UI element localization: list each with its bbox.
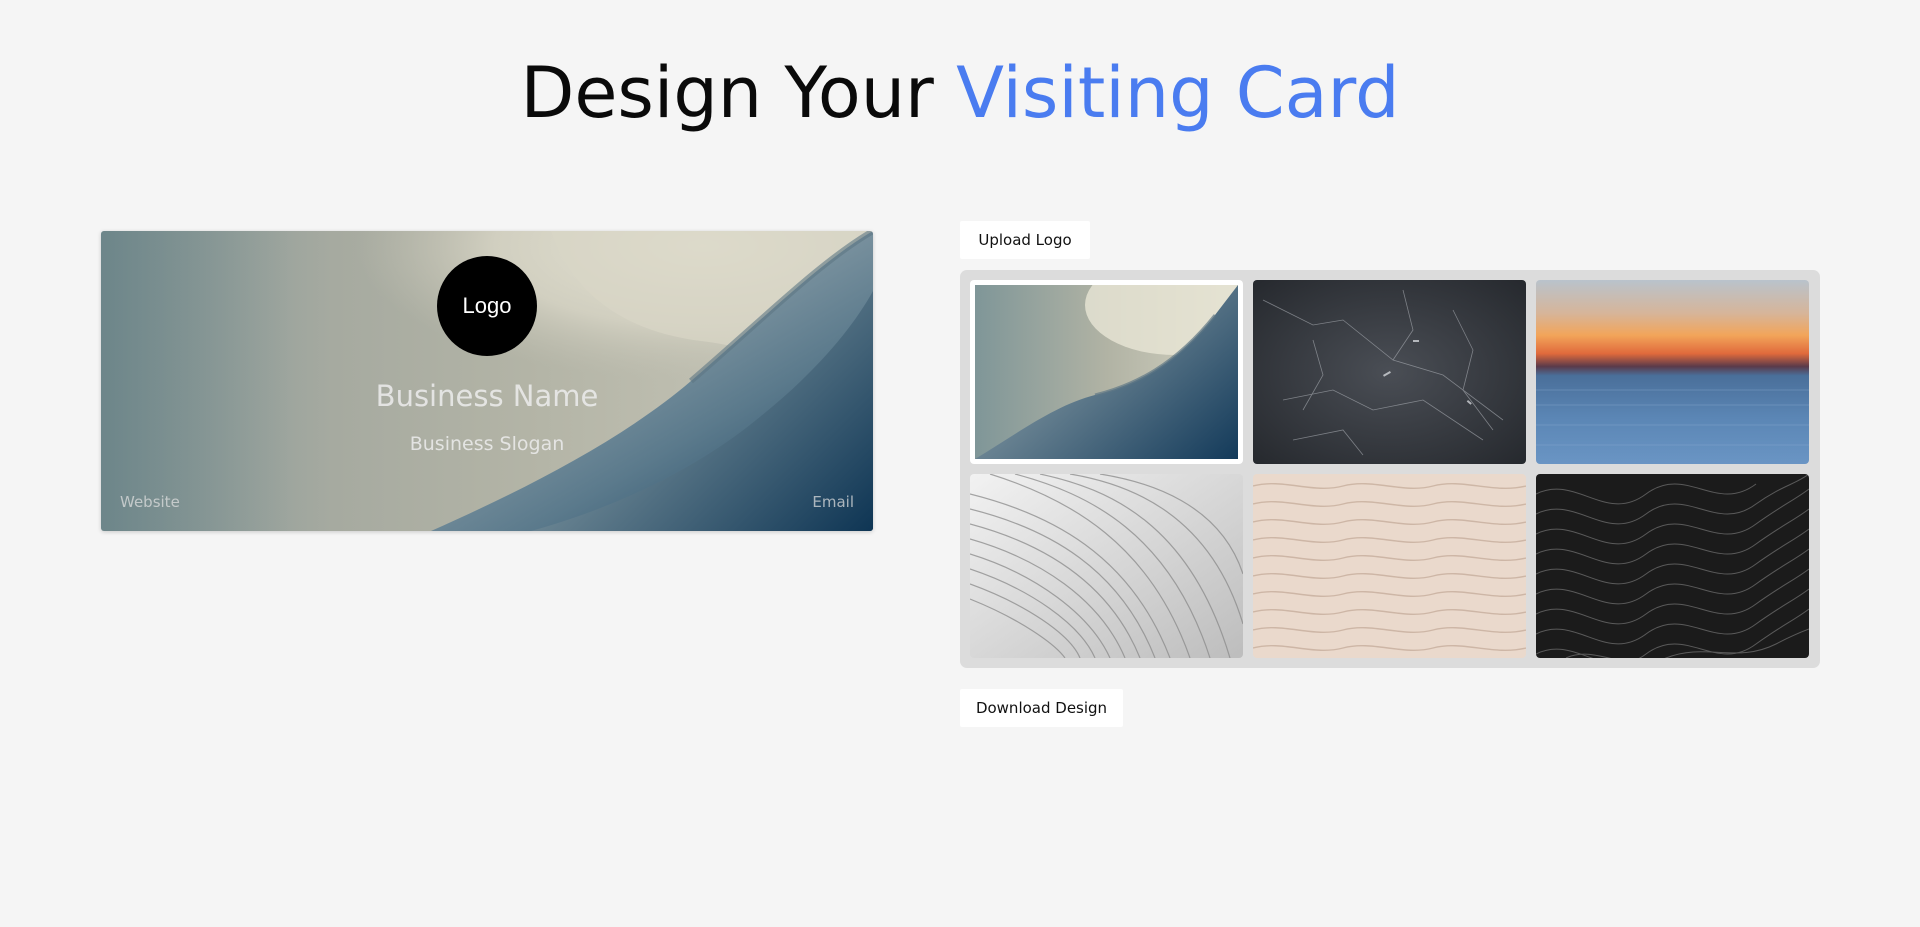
logo-placeholder: Logo: [437, 256, 537, 356]
email-label: Email: [812, 493, 854, 511]
title-prefix: Design Your: [520, 52, 934, 134]
title-accent: Visiting Card: [956, 52, 1400, 134]
background-thumbnail-white-curved-structure[interactable]: [970, 474, 1243, 658]
background-thumbnail-sunset-sea[interactable]: [1536, 280, 1809, 464]
white-curved-structure-image: [970, 474, 1243, 658]
sunset-sea-image: [1536, 280, 1809, 464]
upload-logo-button[interactable]: Upload Logo: [960, 221, 1090, 259]
background-thumbnail-beige-wave-texture[interactable]: [1253, 474, 1526, 658]
dark-wave-lines-image: [1536, 474, 1809, 658]
business-name: Business Name: [375, 379, 599, 413]
abstract-architecture-image: [975, 285, 1238, 459]
background-thumbnail-black-marble[interactable]: [1253, 280, 1526, 464]
background-thumbnail-abstract-architecture[interactable]: [970, 280, 1243, 464]
page-title: Design Your Visiting Card: [0, 48, 1920, 138]
background-thumbnail-dark-wave-lines[interactable]: [1536, 474, 1809, 658]
business-slogan: Business Slogan: [409, 433, 565, 455]
beige-wave-texture-image: [1253, 474, 1526, 658]
download-design-button[interactable]: Download Design: [960, 689, 1123, 727]
card-preview: Logo Business Name Business Slogan Websi…: [101, 231, 873, 531]
website-label: Website: [120, 493, 180, 511]
black-marble-image: [1253, 280, 1526, 464]
page: Design Your Visiting Card Logo Business …: [0, 0, 1920, 927]
background-gallery: [960, 270, 1820, 668]
